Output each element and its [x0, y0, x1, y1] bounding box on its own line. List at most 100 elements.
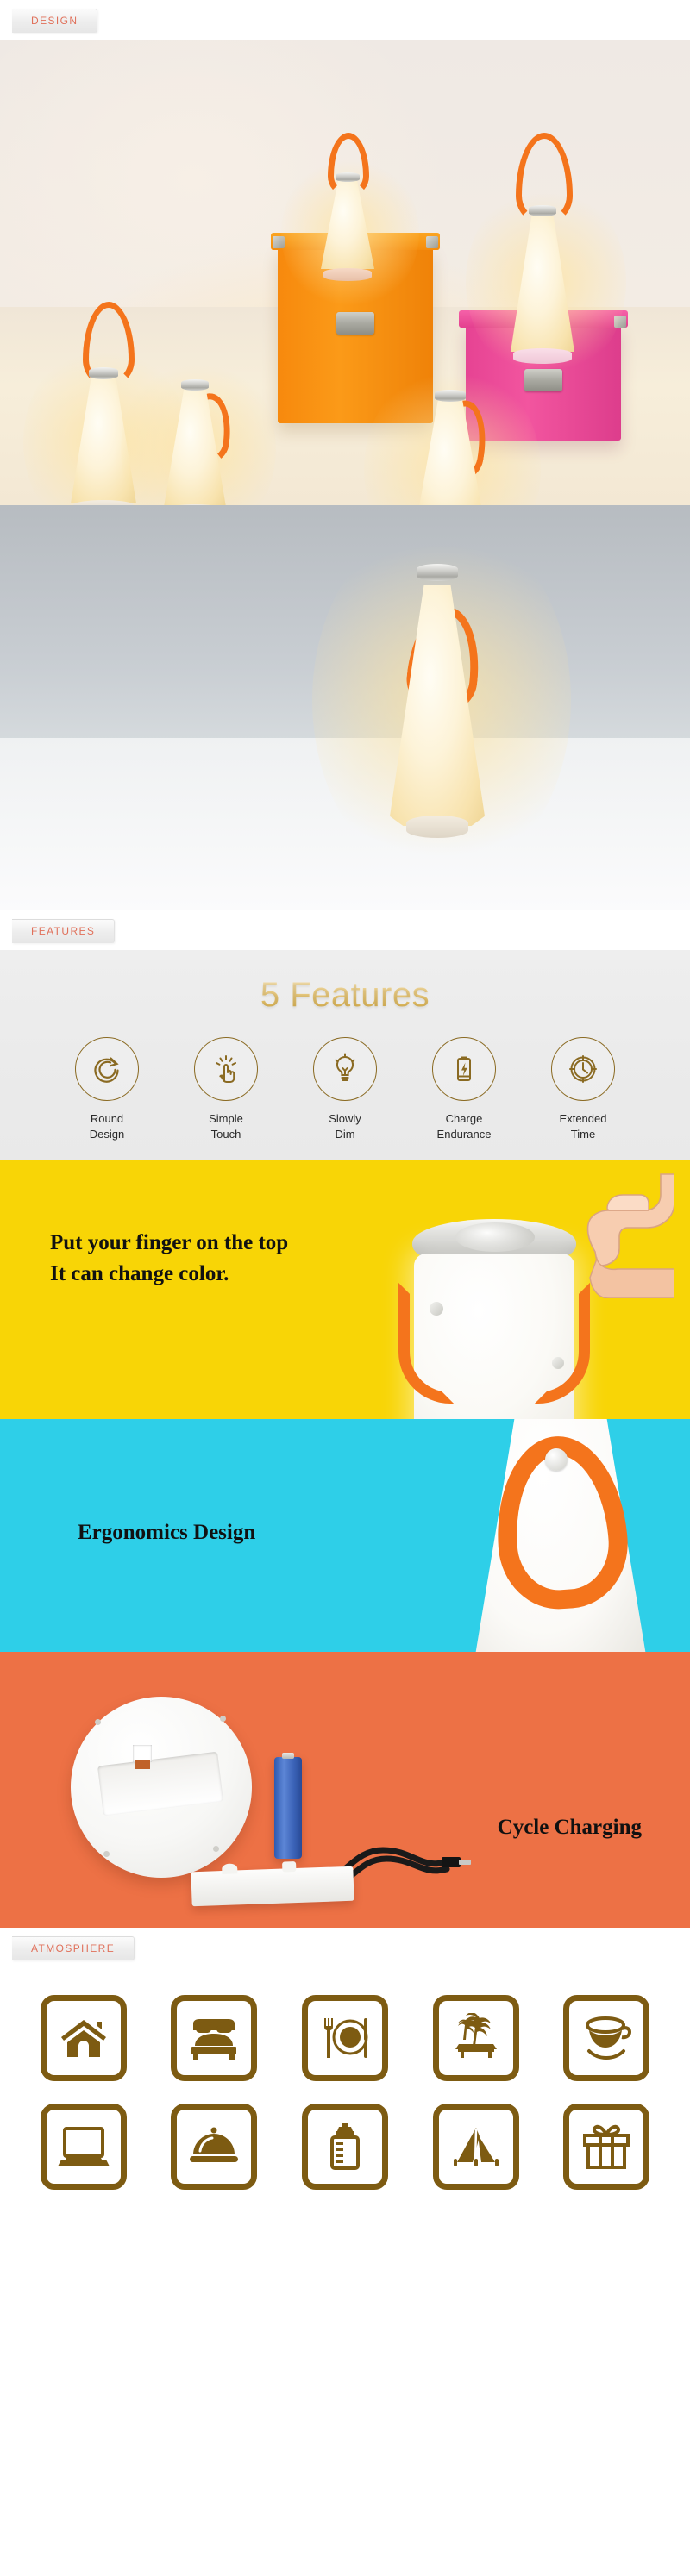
features-list: Round Design Simple Touch Slowly Dim Cha…: [0, 1037, 690, 1141]
section-tab-atmosphere[interactable]: ATMOSPHERE: [12, 1936, 135, 1961]
laptop-icon: [57, 2127, 110, 2167]
lamp-base-disc: [71, 1697, 252, 1879]
banner-headline-line2: It can change color.: [50, 1261, 229, 1285]
feature-item-simple-touch[interactable]: Simple Touch: [179, 1037, 273, 1141]
lantern-touch-cap: [181, 379, 209, 391]
feature-icon-ring: [75, 1037, 139, 1101]
feature-label-line2: Dim: [335, 1127, 355, 1141]
feature-item-round-design[interactable]: Round Design: [60, 1037, 154, 1141]
section-tab-row-design: DESIGN: [0, 0, 690, 40]
product-photo-group-lanterns: [0, 40, 690, 505]
strap-rivet: [430, 1302, 443, 1316]
battery-cover: [191, 1861, 354, 1907]
box-corner: [614, 316, 626, 328]
product-detail-page: DESIGN FEATURES 5 Features Round Design …: [0, 0, 690, 2220]
screw: [104, 1851, 110, 1858]
pink-box-latch: [524, 369, 562, 391]
lantern-unit: [364, 366, 541, 505]
box-corner: [273, 236, 285, 248]
orange-box-latch: [336, 312, 374, 335]
dining-plate-fork-icon: [323, 2018, 368, 2059]
gift-box-icon: [583, 2124, 630, 2170]
feature-item-extended-time[interactable]: Extended Time: [536, 1037, 630, 1141]
banner-headline: Cycle Charging: [498, 1816, 642, 1840]
banner-cycle-charging: Cycle Charging: [0, 1652, 690, 1929]
section-tab-row-atmosphere: ATMOSPHERE: [0, 1928, 690, 1968]
contact-strip: [135, 1760, 150, 1770]
lithium-battery: [274, 1753, 302, 1860]
atmosphere-item-dining[interactable]: [301, 1995, 388, 2082]
baby-bottle-icon: [329, 2123, 360, 2171]
screw: [213, 1846, 219, 1853]
banner-headline: Ergonomics Design: [78, 1521, 255, 1545]
lantern-base: [323, 268, 372, 281]
atmosphere-item-camping[interactable]: [432, 2104, 519, 2191]
lantern-strap: [398, 1283, 454, 1404]
features-section: 5 Features Round Design Simple Touch Slo…: [0, 950, 690, 1161]
lantern-body: [321, 176, 374, 269]
atmosphere-item-dinner-service[interactable]: [171, 2104, 258, 2191]
atmosphere-icon-grid: [0, 1976, 690, 2191]
lantern-unit: [312, 519, 571, 881]
lantern-closeup-strap: [448, 1419, 673, 1653]
product-photo-single-lantern: [0, 505, 690, 910]
bed-icon: [191, 2019, 237, 2061]
compartment-tab: [133, 1745, 152, 1763]
atmosphere-item-gift[interactable]: [563, 2104, 650, 2191]
lantern-unit: [466, 133, 626, 381]
atmosphere-item-baby[interactable]: [301, 2104, 388, 2191]
battery-compartment: [97, 1751, 224, 1816]
screw: [95, 1719, 101, 1726]
battery-charge-icon: [457, 1056, 471, 1081]
section-tab-features[interactable]: FEATURES: [12, 919, 116, 943]
section-tab-design[interactable]: DESIGN: [12, 9, 98, 33]
lantern-body: [390, 585, 485, 826]
feature-icon-ring: [194, 1037, 258, 1101]
banner-headline-line1: Ergonomics Design: [78, 1521, 256, 1545]
atmosphere-item-beach[interactable]: [432, 1995, 519, 2082]
palm-beach-hammock-icon: [455, 2013, 497, 2059]
pointing-hand-icon: [586, 1173, 674, 1299]
circular-arrow-icon: [94, 1057, 119, 1083]
atmosphere-item-laptop[interactable]: [40, 2104, 127, 2191]
screw: [220, 1716, 226, 1723]
cover-clip: [222, 1863, 238, 1875]
atmosphere-item-coffee[interactable]: [563, 1995, 650, 2082]
cover-clip: [282, 1861, 297, 1873]
banner-touch-color: Put your finger on the top It can change…: [0, 1160, 690, 1420]
features-title: 5 Features: [0, 976, 690, 1015]
lantern-base: [406, 816, 468, 838]
feature-label-line2: Time: [570, 1127, 596, 1141]
feature-icon-ring: [432, 1037, 496, 1101]
lantern-touch-sensor: [455, 1222, 535, 1253]
banner-headline: Put your finger on the top It can change…: [50, 1228, 288, 1289]
feature-label-line1: Charge: [445, 1112, 483, 1125]
lantern-base: [513, 348, 572, 364]
feature-label: Simple Touch: [179, 1111, 273, 1141]
atmosphere-item-home[interactable]: [40, 1995, 127, 2082]
atmosphere-section: [0, 1967, 690, 2220]
feature-icon-ring: [313, 1037, 377, 1101]
lantern-touch-cap: [435, 390, 466, 402]
lantern-body: [71, 374, 136, 503]
strap-rivet: [545, 1448, 568, 1472]
banner-headline-line1: Put your finger on the top: [50, 1231, 289, 1255]
strap-rivet: [552, 1357, 564, 1370]
feature-item-slowly-dim[interactable]: Slowly Dim: [298, 1037, 392, 1141]
house-icon: [60, 2020, 106, 2058]
lantern-strap: [535, 1283, 590, 1404]
lantern-touch-cap: [529, 205, 556, 216]
atmosphere-item-bedroom[interactable]: [171, 1995, 258, 2082]
lantern-unit: [121, 357, 276, 505]
battery-terminal: [282, 1753, 294, 1760]
lantern-unit: [281, 133, 419, 310]
feature-label-line2: Design: [89, 1127, 125, 1141]
food-cloche-icon: [190, 2127, 239, 2163]
feature-label-line2: Touch: [210, 1127, 242, 1141]
feature-label: Round Design: [60, 1111, 154, 1141]
coffee-cup-icon: [586, 2016, 632, 2060]
light-bulb-icon: [335, 1053, 355, 1081]
feature-item-charge-endurance[interactable]: Charge Endurance: [417, 1037, 511, 1141]
lantern-body: [511, 216, 574, 352]
feature-label-line1: Slowly: [329, 1112, 361, 1125]
